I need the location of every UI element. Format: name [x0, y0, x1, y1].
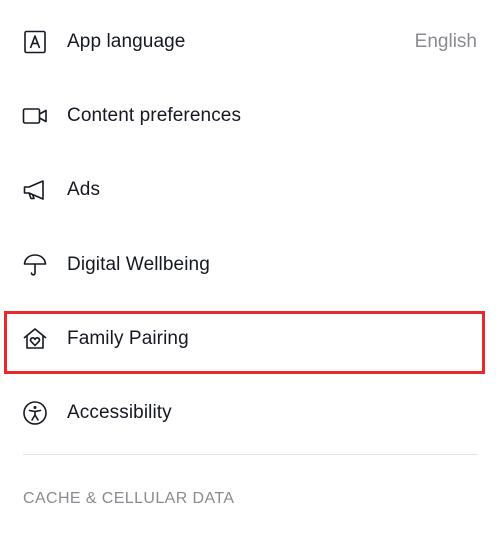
- settings-item-label: App language: [67, 31, 186, 52]
- settings-item-content-preferences[interactable]: Content preferences: [0, 79, 500, 153]
- settings-item-ads[interactable]: Ads: [0, 153, 500, 227]
- settings-item-app-language[interactable]: App language English: [0, 5, 500, 79]
- settings-item-digital-wellbeing[interactable]: Digital Wellbeing: [0, 228, 500, 302]
- settings-item-accessibility[interactable]: Accessibility: [0, 376, 500, 450]
- settings-item-label: Ads: [67, 179, 101, 200]
- settings-item-family-pairing[interactable]: Family Pairing: [0, 302, 500, 376]
- accessibility-icon: [22, 400, 48, 426]
- video-camera-icon: [22, 103, 48, 129]
- umbrella-icon: [22, 252, 48, 278]
- section-header-cache: CACHE & CELLULAR DATA: [23, 490, 235, 507]
- megaphone-icon: [22, 177, 48, 203]
- app-language-value: English: [414, 31, 477, 52]
- settings-item-label: Digital Wellbeing: [67, 254, 210, 275]
- settings-list: App language English Content preferences…: [0, 0, 500, 537]
- section-divider: [23, 454, 478, 455]
- house-heart-icon: [22, 326, 48, 352]
- settings-item-label: Family Pairing: [67, 328, 189, 349]
- app-language-icon: [22, 29, 48, 55]
- settings-item-label: Accessibility: [67, 402, 172, 423]
- settings-item-label: Content preferences: [67, 105, 242, 126]
